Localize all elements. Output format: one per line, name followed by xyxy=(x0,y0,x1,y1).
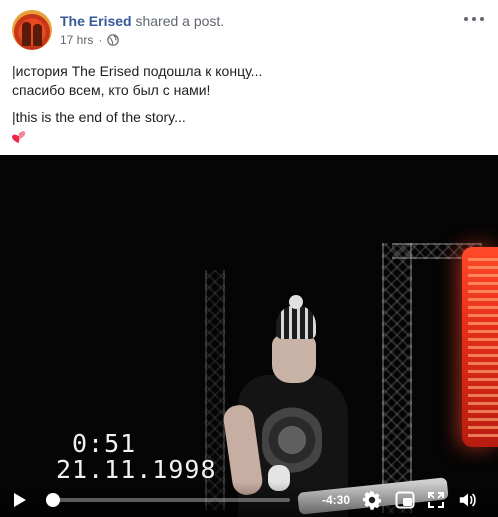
message-line-en: |this is the end of the story... xyxy=(12,109,186,125)
post-title-line: The Erised shared a post. xyxy=(60,12,224,30)
post-timestamp[interactable]: 17 hrs xyxy=(60,32,93,48)
two-hearts-icon xyxy=(10,128,28,146)
shared-a-post-text: shared a post. xyxy=(135,13,225,29)
camcorder-time-overlay: 0:51 xyxy=(72,429,137,458)
message-line-ru-2: спасибо всем, кто был с нами! xyxy=(12,82,211,98)
settings-gear-icon[interactable] xyxy=(362,490,382,510)
video-progress-bar[interactable] xyxy=(46,493,290,507)
post-header: The Erised shared a post. 17 hrs · xyxy=(0,0,498,56)
post-meta: 17 hrs · xyxy=(60,32,120,48)
progress-scrubber[interactable] xyxy=(46,493,60,507)
play-icon[interactable] xyxy=(10,490,30,510)
message-line-ru-1: |история The Erised подошла к концу... xyxy=(12,63,263,79)
camcorder-date-overlay: 21.11.1998 xyxy=(56,455,217,484)
picture-in-picture-icon[interactable] xyxy=(395,490,415,510)
globe-icon[interactable] xyxy=(107,34,120,46)
volume-icon[interactable] xyxy=(458,490,478,510)
post-message: |история The Erised подошла к концу... с… xyxy=(12,62,482,127)
page-avatar[interactable] xyxy=(12,10,52,50)
more-options-icon[interactable] xyxy=(464,14,484,24)
fullscreen-icon[interactable] xyxy=(426,490,446,510)
video-controls: -4:30 xyxy=(0,482,498,517)
meta-separator: · xyxy=(98,33,103,47)
video-player[interactable]: 0:51 21.11.1998 -4:30 xyxy=(0,155,498,517)
time-remaining: -4:30 xyxy=(322,493,351,507)
author-name-link[interactable]: The Erised xyxy=(60,13,132,29)
